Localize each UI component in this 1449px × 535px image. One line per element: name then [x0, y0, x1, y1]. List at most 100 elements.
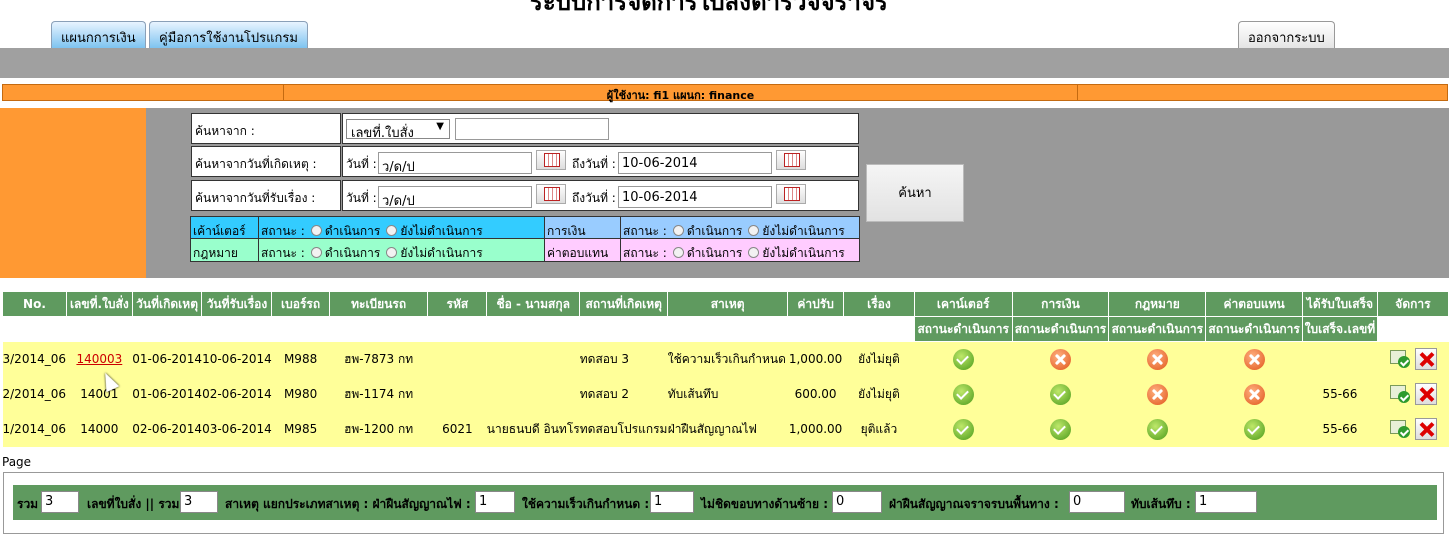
summary-total-field[interactable]: 3	[41, 491, 79, 513]
col-header: จัดการ	[1376, 291, 1449, 317]
page-title: ระบบการจัดการใบสั่งตำรวจจราจร	[530, 0, 888, 16]
ticket-cell[interactable]: 14000	[66, 411, 133, 447]
plate-cell: ฮพ-1200 กท	[329, 411, 428, 447]
summary-ticket-field[interactable]: 3	[180, 491, 218, 513]
chevron-down-icon: ▼	[436, 121, 444, 132]
summary-total-label: รวม	[17, 497, 39, 511]
cause-cell: ใช้ความเร็วเกินกำหนด	[667, 341, 788, 377]
radio-label: ยังไม่ดำเนินการ	[400, 246, 483, 260]
received-to-input[interactable]: 10-06-2014	[618, 186, 772, 208]
search-button[interactable]: ค้นหา	[866, 164, 964, 222]
delete-icon[interactable]	[1414, 418, 1437, 440]
search-text-input[interactable]	[455, 118, 609, 140]
no-cell: 3/2014_06	[2, 341, 67, 377]
summary-panel: รวม 3 เลขที่ใบสั่ง || รวม 3 สาเหตุ แยกปร…	[3, 472, 1444, 534]
incident-from-input[interactable]: ว/ด/ป	[378, 152, 532, 175]
law-done-radio[interactable]	[310, 247, 322, 258]
finance-status-cell	[1012, 376, 1109, 412]
place-cell: ทดสอบ 3	[579, 341, 668, 377]
radio-label: ดำเนินการ	[324, 224, 381, 238]
received-to-calendar-button[interactable]	[776, 184, 806, 204]
check-badge-icon	[1397, 356, 1410, 368]
finance-pending-radio[interactable]	[748, 225, 760, 236]
col-header: เคาน์เตอร์	[913, 291, 1013, 317]
counter-status-filter: สถานะ : ดำเนินการ ยังไม่ดำเนินการ	[258, 216, 545, 239]
incident-from-calendar-button[interactable]	[536, 150, 566, 170]
comp-done-radio[interactable]	[672, 247, 684, 258]
col-header: การเงิน	[1011, 291, 1110, 317]
case-cell: ยังไม่ยุติ	[843, 341, 915, 377]
summary-cause-label: สาเหตุ แยกประเภทสาเหตุ : ฝ่าฝืนสัญญาณไฟ …	[225, 497, 471, 511]
search-by-cell: เลขที่.ใบสั่ง ▼	[342, 113, 859, 144]
finance-done-radio[interactable]	[672, 225, 684, 236]
col-header: วันที่เกิดเหตุ	[131, 291, 203, 317]
incident-from-label: วันที่ :	[346, 157, 377, 171]
comp-status-filter: สถานะ : ดำเนินการ ยังไม่ดำเนินการ	[620, 238, 860, 262]
col-header: ชื่อ - นามสกุล	[486, 291, 581, 317]
summary-left-edge-field[interactable]: 0	[832, 491, 882, 513]
plate-cell: ฮพ-7873 กท	[329, 341, 428, 377]
top-bar: ระบบการจัดการใบสั่งตำรวจจราจร แผนกการเงิ…	[0, 0, 1449, 48]
col-header: เรื่อง	[843, 291, 915, 317]
law-pending-radio[interactable]	[386, 247, 398, 258]
summary-speed-label: ใช้ความเร็วเกินกำหนด :	[522, 497, 650, 511]
col-header: ทะเบียนรถ	[328, 291, 429, 317]
edit-icon[interactable]	[1389, 349, 1411, 369]
delete-icon[interactable]	[1414, 383, 1437, 405]
case-cell: ยังไม่ยุติ	[843, 376, 915, 412]
counter-pending-radio[interactable]	[386, 225, 398, 236]
law-status-cell	[1108, 341, 1206, 377]
counter-done-radio[interactable]	[310, 225, 322, 236]
edit-icon[interactable]	[1389, 419, 1411, 439]
col-header: No.	[2, 291, 67, 317]
logout-button[interactable]: ออกจากระบบ	[1238, 21, 1335, 48]
comp-pending-radio[interactable]	[748, 247, 760, 258]
name-cell	[486, 376, 580, 412]
summary-solid-line-field[interactable]: 1	[1195, 491, 1257, 513]
x-circle-icon	[1049, 348, 1071, 370]
col-header: สาเหตุ	[667, 291, 789, 317]
search-by-label: ค้นหาจาก :	[195, 124, 255, 138]
incident-to-calendar-button[interactable]	[776, 150, 806, 170]
finance-dept-label: การเงิน	[544, 216, 621, 239]
check-circle-icon	[1146, 418, 1168, 440]
col-header: กฎหมาย	[1108, 291, 1207, 317]
col-header: ได้รับใบเสร็จ	[1302, 291, 1378, 317]
summary-signal-field[interactable]: 1	[475, 491, 515, 513]
check-circle-icon	[1243, 418, 1265, 440]
delete-icon[interactable]	[1414, 348, 1437, 370]
received-to-label: ถึงวันที่ :	[572, 191, 616, 205]
place-cell: ทดสอบโปรแกรม	[579, 411, 668, 447]
user-info-text: ผู้ใช้งาน: fi1 แผนก: finance	[606, 89, 755, 102]
ticket-cell[interactable]: 140003	[66, 341, 133, 377]
cause-cell: ทับเส้นทึบ	[667, 376, 788, 412]
received-from-input[interactable]: ว/ด/ป	[378, 186, 532, 209]
summary-road-signal-field[interactable]: 0	[1069, 491, 1125, 513]
status-label: สถานะ :	[623, 224, 667, 238]
comp-status-cell	[1205, 341, 1303, 377]
table-row: 2/2014_06 14001 01-06-2014 02-06-2014 M980 ฮพ…	[2, 376, 1449, 412]
user-info-bar: ผู้ใช้งาน: fi1 แผนก: finance	[2, 84, 1448, 102]
counter-dept-label: เค้าน์เตอร์	[190, 216, 259, 239]
search-field-select[interactable]: เลขที่.ใบสั่ง ▼	[346, 119, 450, 141]
x-circle-icon	[1243, 383, 1265, 405]
received-from-calendar-button[interactable]	[536, 184, 566, 204]
status-label: สถานะ :	[261, 246, 305, 260]
sub-header: สถานะดำเนินการ	[1205, 316, 1304, 342]
summary-speed-field[interactable]: 1	[650, 491, 694, 513]
ticket-link[interactable]: 140003	[76, 352, 122, 366]
name-cell	[486, 341, 580, 377]
summary-road-signal-label: ฝ่าฝืนสัญญาณจราจรบนพื้นทาง :	[889, 497, 1059, 511]
user-info-cell: ผู้ใช้งาน: fi1 แผนก: finance	[283, 85, 1077, 102]
radio-label: ยังไม่ดำเนินการ	[400, 224, 483, 238]
incident-to-input[interactable]: 10-06-2014	[618, 152, 772, 174]
comp-status-cell	[1205, 376, 1303, 412]
tab-finance[interactable]: แผนกการเงิน	[51, 21, 146, 48]
ticket-cell[interactable]: 14001	[66, 376, 133, 412]
tab-manual[interactable]: คู่มือการใช้งานโปรแกรม	[149, 21, 308, 48]
incident-date-cell: 02-06-2014	[132, 411, 202, 447]
x-circle-icon	[1243, 348, 1265, 370]
received-date-cell: 03-06-2014	[201, 411, 272, 447]
received-date-label-cell: ค้นหาจากวันที่รับเรื่อง :	[191, 180, 341, 211]
edit-icon[interactable]	[1389, 384, 1411, 404]
